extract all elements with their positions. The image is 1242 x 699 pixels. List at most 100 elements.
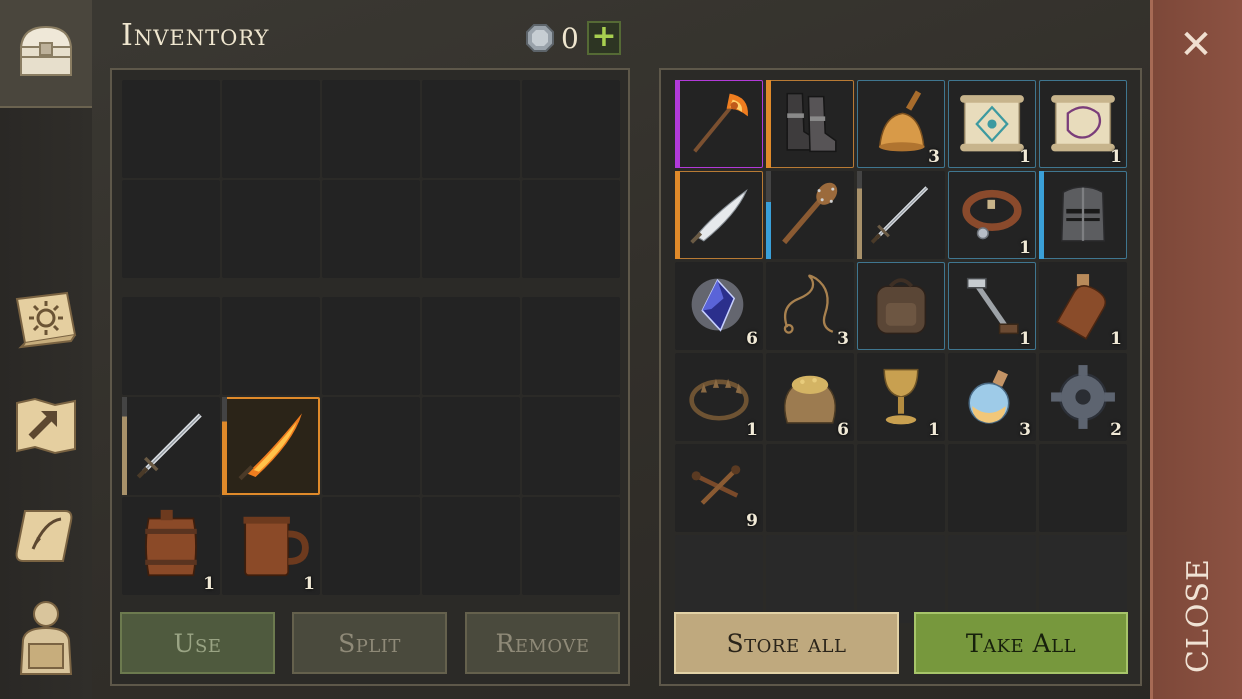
- empty-slot[interactable]: [222, 180, 320, 278]
- character-backpack-icon[interactable]: [8, 600, 84, 675]
- empty-slot[interactable]: [322, 180, 420, 278]
- barrel-icon: [128, 503, 214, 589]
- item-slot[interactable]: [857, 262, 945, 350]
- item-slot[interactable]: [675, 80, 763, 168]
- spiked-club-icon: [772, 177, 848, 253]
- gem-currency-icon: [525, 23, 555, 53]
- item-quantity: 2: [1110, 420, 1122, 440]
- item-slot[interactable]: [122, 397, 220, 495]
- mug-icon: [228, 503, 314, 589]
- item-quantity: 1: [928, 420, 940, 440]
- item-slot[interactable]: 1: [675, 353, 763, 441]
- longsword-icon: [128, 403, 214, 489]
- quest-scroll-icon[interactable]: [8, 500, 84, 572]
- item-slot[interactable]: [766, 171, 854, 259]
- rarity-bar: [766, 80, 771, 168]
- empty-slot[interactable]: [422, 80, 520, 178]
- empty-slot[interactable]: [522, 80, 620, 178]
- item-quantity: 6: [837, 420, 849, 440]
- empty-slot[interactable]: [222, 297, 320, 395]
- item-slot[interactable]: 1: [948, 171, 1036, 259]
- flaming-sword-icon: [228, 403, 314, 489]
- item-slot[interactable]: 1: [1039, 80, 1127, 168]
- rarity-bar: [122, 397, 127, 495]
- item-slot[interactable]: 6: [675, 262, 763, 350]
- close-icon[interactable]: ✕: [1176, 25, 1216, 65]
- empty-slot[interactable]: [948, 444, 1036, 532]
- rarity-bar: [675, 80, 680, 168]
- empty-slot[interactable]: [422, 397, 520, 495]
- flaming-axe-icon: [681, 86, 757, 162]
- empty-slot[interactable]: [522, 397, 620, 495]
- empty-slot[interactable]: [122, 180, 220, 278]
- store-all-button[interactable]: Store all: [674, 612, 899, 674]
- item-quantity: 1: [1110, 147, 1122, 167]
- empty-slot[interactable]: [322, 497, 420, 595]
- longsword-icon: [863, 177, 939, 253]
- empty-slot[interactable]: [766, 535, 854, 623]
- item-slot[interactable]: 3: [857, 80, 945, 168]
- item-slot[interactable]: 1: [122, 497, 220, 595]
- item-slot[interactable]: [766, 80, 854, 168]
- item-slot[interactable]: 1: [948, 80, 1036, 168]
- backpack-icon: [863, 268, 939, 344]
- item-quantity: 6: [746, 329, 758, 349]
- item-slot[interactable]: 6: [766, 353, 854, 441]
- sidebar-item-inventory[interactable]: [0, 0, 92, 108]
- item-quantity: 1: [1019, 329, 1031, 349]
- empty-slot[interactable]: [422, 297, 520, 395]
- chest-icon: [8, 16, 84, 88]
- empty-slot[interactable]: [522, 297, 620, 395]
- item-slot[interactable]: [675, 171, 763, 259]
- item-slot[interactable]: 3: [766, 262, 854, 350]
- empty-slot[interactable]: [422, 180, 520, 278]
- item-slot[interactable]: 1: [1039, 262, 1127, 350]
- empty-slot[interactable]: [322, 297, 420, 395]
- rarity-bar: [766, 171, 771, 259]
- item-quantity: 1: [303, 574, 315, 594]
- close-label-wrap[interactable]: CLOSE: [1168, 557, 1228, 673]
- empty-slot[interactable]: [122, 80, 220, 178]
- empty-slot[interactable]: [422, 497, 520, 595]
- item-slot[interactable]: [222, 397, 320, 495]
- item-slot[interactable]: 1: [948, 262, 1036, 350]
- item-slot[interactable]: [857, 171, 945, 259]
- rarity-bar: [222, 397, 227, 495]
- empty-slot[interactable]: [222, 80, 320, 178]
- item-slot[interactable]: [1039, 171, 1127, 259]
- empty-slot[interactable]: [522, 497, 620, 595]
- add-currency-button[interactable]: +: [587, 21, 621, 55]
- take-all-button[interactable]: Take All: [914, 612, 1128, 674]
- item-quantity: 9: [746, 511, 758, 531]
- remove-button[interactable]: Remove: [465, 612, 620, 674]
- page-title: Inventory: [121, 18, 270, 53]
- sidebar: [0, 0, 92, 699]
- item-quantity: 3: [1019, 420, 1031, 440]
- empty-slot[interactable]: [122, 297, 220, 395]
- item-quantity: 1: [1110, 329, 1122, 349]
- item-quantity: 1: [203, 574, 215, 594]
- empty-slot[interactable]: [948, 535, 1036, 623]
- sun-book-icon[interactable]: [8, 282, 84, 354]
- empty-slot[interactable]: [857, 444, 945, 532]
- rarity-bar: [675, 171, 680, 259]
- empty-slot[interactable]: [322, 80, 420, 178]
- split-button[interactable]: Split: [292, 612, 447, 674]
- rarity-bar: [1039, 171, 1044, 259]
- item-slot[interactable]: 1: [857, 353, 945, 441]
- empty-slot[interactable]: [766, 444, 854, 532]
- empty-slot[interactable]: [522, 180, 620, 278]
- use-button[interactable]: Use: [120, 612, 275, 674]
- empty-slot[interactable]: [857, 535, 945, 623]
- empty-slot[interactable]: [1039, 444, 1127, 532]
- item-slot[interactable]: 9: [675, 444, 763, 532]
- empty-slot[interactable]: [675, 535, 763, 623]
- item-slot[interactable]: 1: [222, 497, 320, 595]
- map-arrow-icon[interactable]: [8, 390, 84, 462]
- close-label: CLOSE: [1180, 557, 1216, 673]
- item-slot[interactable]: 2: [1039, 353, 1127, 441]
- item-slot[interactable]: 3: [948, 353, 1036, 441]
- empty-slot[interactable]: [322, 397, 420, 495]
- item-quantity: 1: [1019, 147, 1031, 167]
- empty-slot[interactable]: [1039, 535, 1127, 623]
